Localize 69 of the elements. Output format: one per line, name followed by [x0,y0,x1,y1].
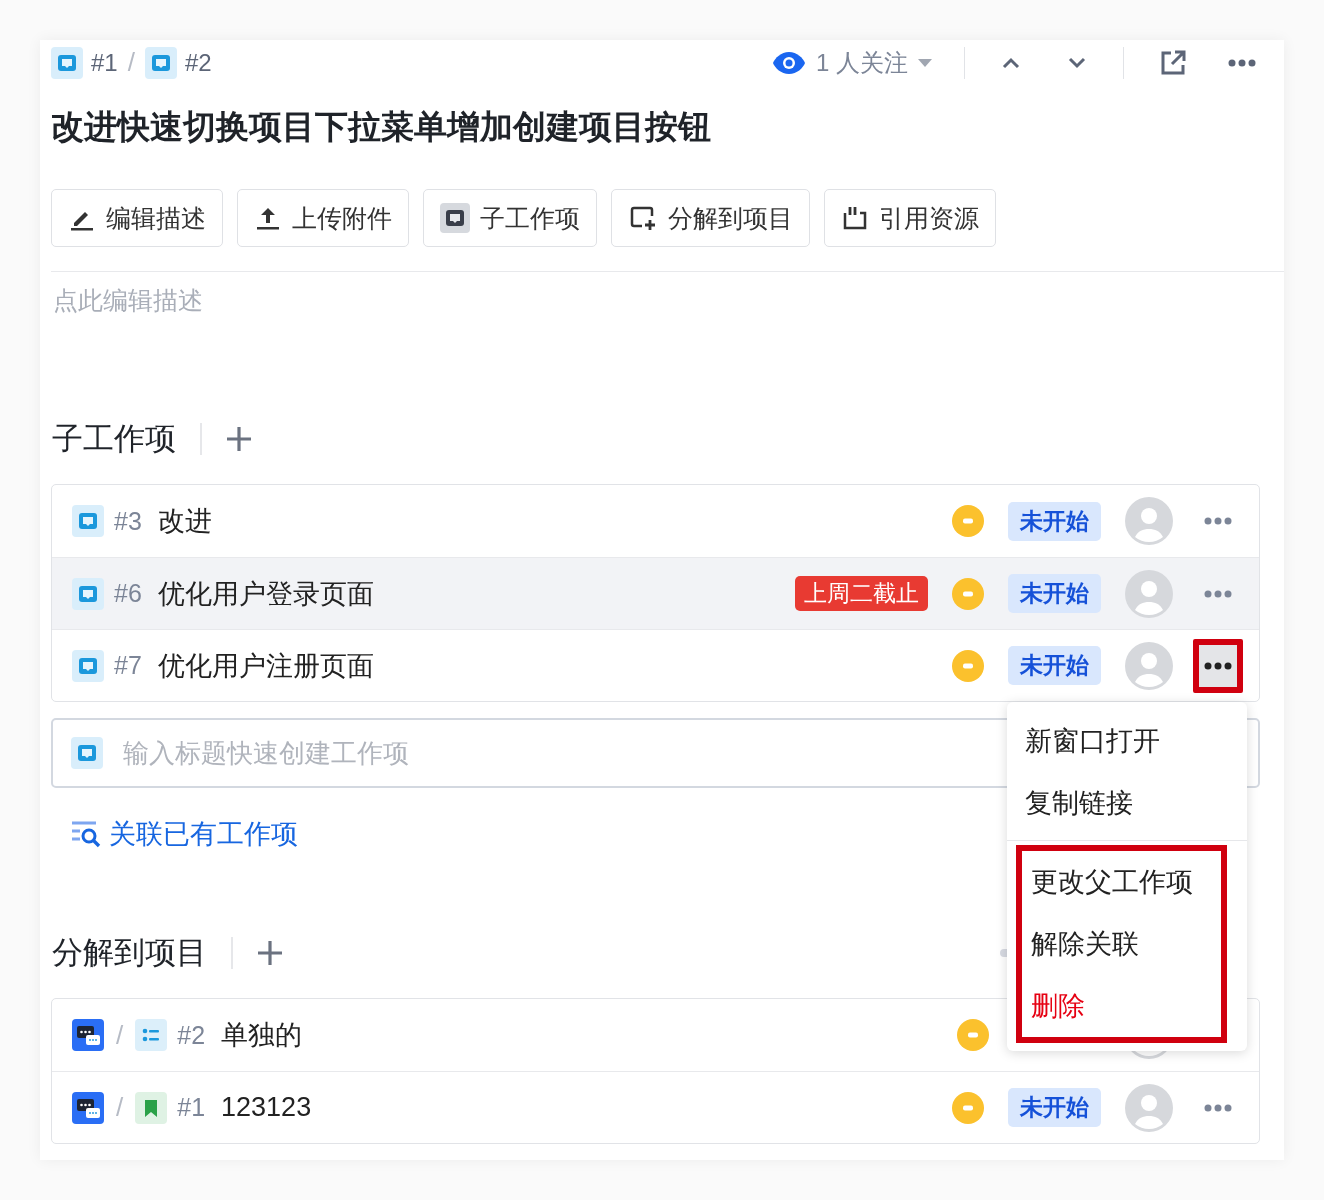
item-number: #2 [177,1020,206,1050]
work-item-icon [72,577,104,610]
menu-item[interactable]: 解除关联 [1022,913,1221,975]
toolbar-button[interactable]: 子工作项 [423,189,597,247]
watch-button[interactable]: 1 人关注 [772,46,932,79]
work-item-icon [144,46,177,79]
more-icon [1228,58,1256,67]
quote-icon [841,204,869,232]
work-item-icon [71,737,103,769]
work-item-icon [51,46,83,79]
separator-slash: / [127,47,135,78]
toolbar-button[interactable]: 上传附件 [237,189,409,247]
external-link-icon [1160,49,1186,76]
more-icon [1204,517,1232,525]
watcher-count: 1 人关注 [816,47,908,78]
toolbar-button[interactable]: 分解到项目 [611,189,810,247]
project-icon [72,1019,104,1051]
priority-icon [952,649,984,682]
item-title[interactable]: 优化用户注册页面 [157,647,374,684]
deadline-tag: 上周二截止 [795,576,928,611]
item-row[interactable]: #3 改进 未开始 [52,485,1259,557]
work-item-icon [440,203,470,233]
more-icon [1204,589,1232,598]
priority-icon [952,577,984,610]
more-icon [1204,1103,1232,1112]
add-button[interactable] [257,940,283,966]
priority-icon [952,505,984,537]
more-icon [1204,661,1232,670]
item-number: #1 [177,1093,206,1122]
status-tag[interactable]: 未开始 [1008,501,1101,541]
item-title[interactable]: 改进 [157,503,212,539]
eye-icon [772,50,806,75]
item-number: #3 [114,506,142,536]
bookmark-icon [135,1091,168,1124]
add-button[interactable] [226,426,252,452]
separator-slash: / [116,1019,124,1051]
priority-icon [957,1019,989,1051]
project-icon [72,1091,104,1124]
caret-icon [918,58,932,67]
chevron-down-icon [1067,56,1087,69]
toolbar-button[interactable]: 引用资源 [824,189,996,247]
item-number: #7 [114,651,142,680]
item-title[interactable]: 123123 [221,1092,312,1123]
list-search-icon [71,820,101,848]
issue-title: 改进快速切换项目下拉菜单增加创建项目按钮 [51,107,712,147]
section-title: 子工作项 [52,420,176,458]
item-row[interactable]: #7 优化用户注册页面 未开始 [52,629,1259,701]
item-title[interactable]: 优化用户登录页面 [157,575,374,612]
breadcrumb-link[interactable]: #2 [184,48,212,77]
work-item-icon [72,505,104,537]
priority-icon [952,1091,984,1124]
toolbar-button[interactable]: 编辑描述 [51,189,223,247]
work-item-icon [72,649,104,682]
breadcrumb-link[interactable]: #1 [91,48,118,77]
status-tag[interactable]: 未开始 [1008,574,1101,613]
plus-icon [257,940,283,966]
item-number: #6 [114,579,142,608]
item-row[interactable]: #6 优化用户登录页面 上周二截止 未开始 [52,557,1259,629]
more-button[interactable] [1193,638,1243,693]
status-tag[interactable]: 未开始 [1008,646,1101,685]
menu-item[interactable]: 删除 [1022,975,1221,1037]
list-icon [135,1019,168,1051]
chevron-up-icon [1001,56,1021,69]
status-tag[interactable]: 未开始 [1008,1088,1101,1127]
item-title[interactable]: 单独的 [221,1017,303,1053]
plus-icon [226,426,252,452]
separator-slash: / [116,1092,124,1123]
menu-item[interactable]: 更改父工作项 [1022,851,1221,913]
section-title: 分解到项目 [52,934,207,972]
